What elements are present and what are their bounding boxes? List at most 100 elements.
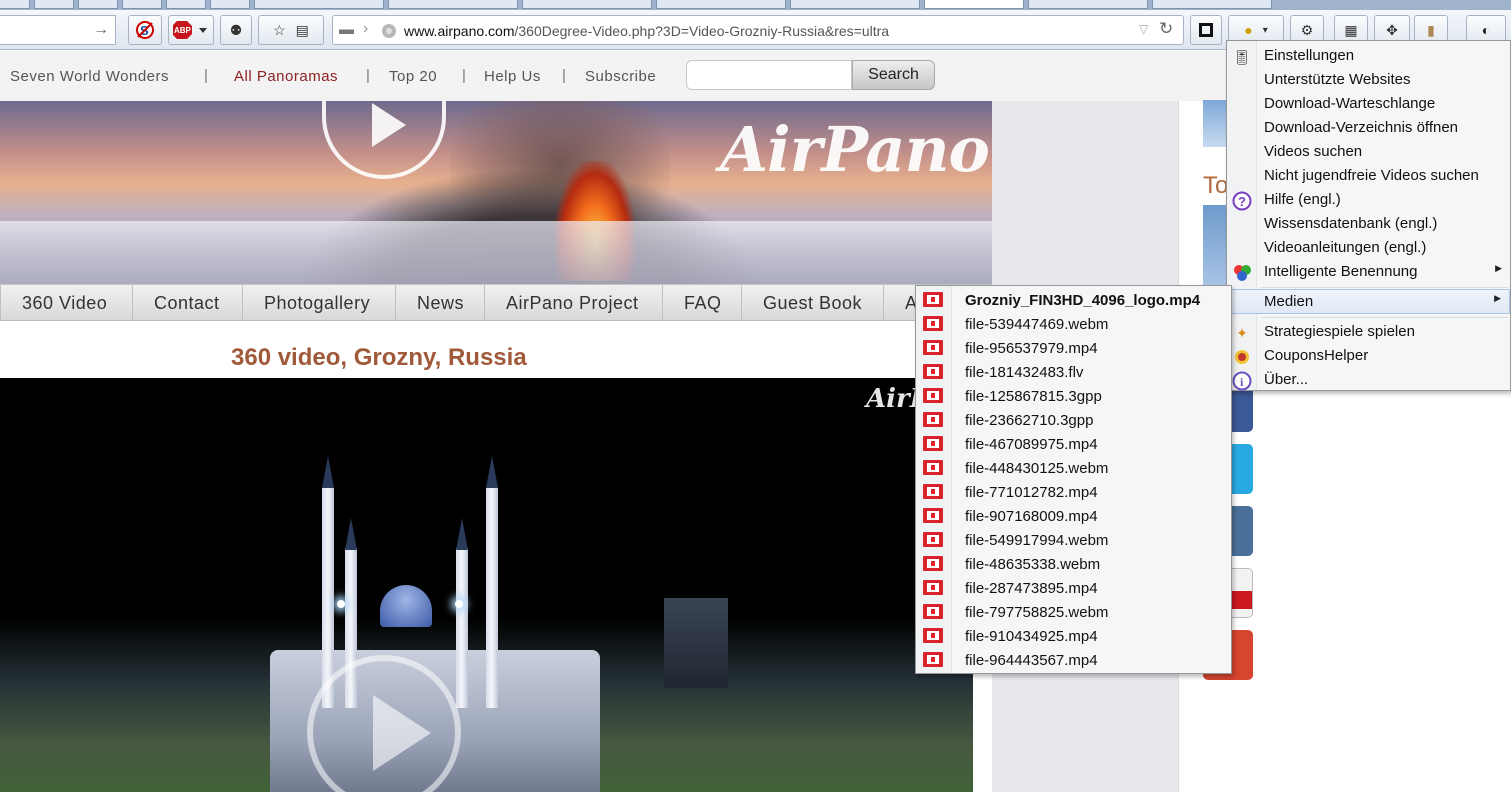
browser-tab[interactable] xyxy=(1152,0,1272,9)
nav-seven-world-wonders[interactable]: Seven World Wonders xyxy=(10,68,169,85)
downloader-context-menu: 🎚 Einstellungen Unterstützte Websites Do… xyxy=(1226,40,1511,391)
airpano-banner[interactable]: AirPano xyxy=(0,101,992,284)
media-file-item[interactable]: file-549917994.webm xyxy=(916,528,1231,552)
video-file-icon xyxy=(923,460,943,475)
banner-play-icon[interactable] xyxy=(372,103,406,147)
nav-separator: | xyxy=(204,67,208,84)
media-file-item[interactable]: file-539447469.webm xyxy=(916,312,1231,336)
video-play-icon[interactable] xyxy=(373,695,431,771)
menu-item-download-verzeichnis[interactable]: Download-Verzeichnis öffnen xyxy=(1227,116,1510,140)
menu-item-ueber[interactable]: i Über... xyxy=(1227,368,1510,392)
globe-icon xyxy=(382,24,396,38)
browser-tab[interactable] xyxy=(1028,0,1148,9)
media-file-item[interactable]: file-956537979.mp4 xyxy=(916,336,1231,360)
media-file-item[interactable]: file-48635338.webm xyxy=(916,552,1231,576)
menu-item-download-warteschlange[interactable]: Download-Warteschlange xyxy=(1227,92,1510,116)
browser-tab[interactable] xyxy=(790,0,920,9)
browser-tab[interactable] xyxy=(522,0,652,9)
web-search-field[interactable]: → xyxy=(0,15,116,45)
bookmark-buttons[interactable]: ☆ ▤ xyxy=(258,15,324,45)
minaret-tip xyxy=(322,456,334,488)
url-text[interactable]: www.airpano.com/360Degree-Video.php?3D=V… xyxy=(404,23,889,39)
media-file-item[interactable]: file-23662710.3gpp xyxy=(916,408,1231,432)
media-file-item[interactable]: file-771012782.mp4 xyxy=(916,480,1231,504)
menu-item-nicht-jugendfreie-videos[interactable]: Nicht jugendfreie Videos suchen xyxy=(1227,164,1510,188)
nav-all-panoramas[interactable]: All Panoramas xyxy=(234,68,338,85)
menu-contact[interactable]: Contact xyxy=(132,285,243,321)
menu-airpano-project[interactable]: AirPano Project xyxy=(484,285,663,321)
settings-icon: 🎚 xyxy=(1233,48,1251,65)
menu-item-couponshelper[interactable]: CouponsHelper xyxy=(1227,344,1510,368)
addon-s-button[interactable]: S xyxy=(128,15,162,45)
browser-tab[interactable] xyxy=(34,0,74,9)
menu-item-videoanleitungen[interactable]: Videoanleitungen (engl.) xyxy=(1227,236,1510,260)
browser-tab[interactable] xyxy=(166,0,206,9)
media-file-item[interactable]: file-181432483.flv xyxy=(916,360,1231,384)
browser-tab[interactable] xyxy=(210,0,250,9)
sidebar-heading: To xyxy=(1203,172,1229,199)
media-file-item[interactable]: file-448430125.webm xyxy=(916,456,1231,480)
qr-button[interactable] xyxy=(1190,15,1222,45)
media-file-item[interactable]: file-467089975.mp4 xyxy=(916,432,1231,456)
browser-tab[interactable] xyxy=(78,0,118,9)
site-top-nav: Seven World Wonders | All Panoramas | To… xyxy=(0,51,1230,101)
menu-item-wissensdatenbank[interactable]: Wissensdatenbank (engl.) xyxy=(1227,212,1510,236)
menu-guest-book[interactable]: Guest Book xyxy=(741,285,884,321)
clipboard-icon[interactable]: ▤ xyxy=(296,22,309,39)
site-search-button[interactable]: Search xyxy=(852,60,935,90)
browser-tab[interactable] xyxy=(254,0,384,9)
media-file-item[interactable]: file-125867815.3gpp xyxy=(916,384,1231,408)
adblock-plus-button[interactable]: ABP xyxy=(168,15,214,45)
video-file-icon xyxy=(923,580,943,595)
sidebar-thumbnail[interactable] xyxy=(1203,205,1227,285)
browser-tab[interactable] xyxy=(656,0,786,9)
minaret-tip xyxy=(456,518,468,550)
adblock-plus-icon: ABP xyxy=(173,21,207,39)
browser-tab[interactable] xyxy=(122,0,162,9)
media-file-item[interactable]: file-287473895.mp4 xyxy=(916,576,1231,600)
menu-photogallery[interactable]: Photogallery xyxy=(242,285,396,321)
menu-item-einstellungen[interactable]: 🎚 Einstellungen xyxy=(1227,44,1510,68)
film-icon: ▮ xyxy=(1427,21,1435,38)
mosque-dome xyxy=(380,585,432,627)
nav-subscribe[interactable]: Subscribe xyxy=(585,68,656,85)
nav-top-20[interactable]: Top 20 xyxy=(389,68,437,85)
media-file-item[interactable]: file-907168009.mp4 xyxy=(916,504,1231,528)
go-arrow-icon[interactable]: → xyxy=(93,21,109,39)
media-file-item[interactable]: file-964443567.mp4 xyxy=(916,648,1231,672)
media-file-item[interactable]: file-797758825.webm xyxy=(916,600,1231,624)
browser-tab[interactable] xyxy=(388,0,518,9)
star-bookmark-icon[interactable]: ☆ xyxy=(273,22,286,39)
url-dropdown-icon[interactable]: ▽ xyxy=(1139,22,1148,36)
media-file-item[interactable]: file-910434925.mp4 xyxy=(916,624,1231,648)
menu-item-medien[interactable]: Medien ▶ xyxy=(1227,289,1510,314)
video-file-icon xyxy=(923,532,943,547)
help-icon: ? xyxy=(1232,191,1252,211)
menu-news[interactable]: News xyxy=(395,285,485,321)
menu-360-video[interactable]: 360 Video xyxy=(0,285,133,321)
video-player[interactable]: AirP xyxy=(0,378,973,792)
tab-strip xyxy=(0,0,1511,10)
menu-item-unterstuetzte-websites[interactable]: Unterstützte Websites xyxy=(1227,68,1510,92)
menu-item-hilfe[interactable]: ? Hilfe (engl.) xyxy=(1227,188,1510,212)
site-main-menu: 360 Video Contact Photogallery News AirP… xyxy=(0,284,992,321)
video-file-icon xyxy=(923,556,943,571)
sidebar-thumbnail[interactable] xyxy=(1203,100,1227,147)
browser-tab-active[interactable] xyxy=(924,0,1024,9)
menu-item-strategiespiele[interactable]: ✦ Strategiespiele spielen xyxy=(1227,320,1510,344)
url-bar[interactable]: ▬ › www.airpano.com/360Degree-Video.php?… xyxy=(332,15,1184,45)
nav-help-us[interactable]: Help Us xyxy=(484,68,541,85)
video-file-icon xyxy=(923,628,943,643)
menu-item-intelligente-benennung[interactable]: Intelligente Benennung ▶ xyxy=(1227,260,1510,284)
site-search-input[interactable] xyxy=(686,60,852,90)
nodes-icon: ⚉ xyxy=(229,21,243,38)
smart-naming-icon xyxy=(1232,263,1252,283)
media-file-item[interactable]: Grozniy_FIN3HD_4096_logo.mp4 xyxy=(916,288,1231,312)
addon-nodes-button[interactable]: ⚉ xyxy=(220,15,252,45)
menu-faq[interactable]: FAQ xyxy=(662,285,742,321)
reload-icon[interactable]: ↻ xyxy=(1159,19,1173,39)
browser-tab[interactable] xyxy=(0,0,30,9)
menu-item-videos-suchen[interactable]: Videos suchen xyxy=(1227,140,1510,164)
downloader-icon: ● xyxy=(1244,22,1253,38)
move-icon: ✥ xyxy=(1386,21,1398,38)
